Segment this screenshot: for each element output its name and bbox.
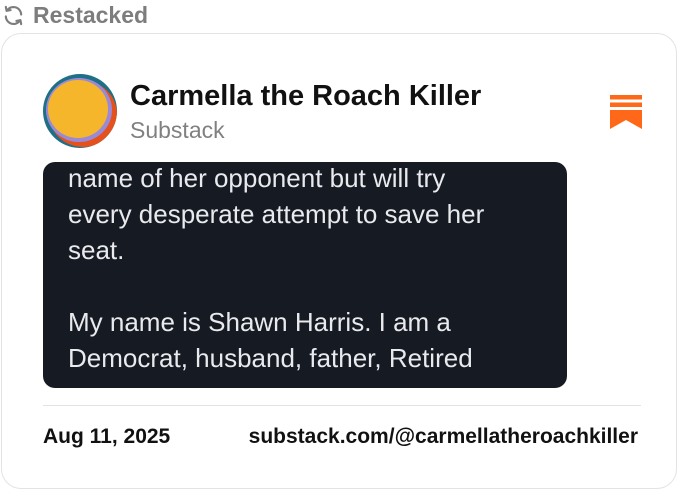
refresh-icon (4, 5, 23, 25)
publication-avatar[interactable] (43, 74, 117, 148)
post-preview-image[interactable]: name of her opponent but will try every … (43, 162, 567, 388)
restacked-header: Restacked (2, 0, 148, 30)
preview-line: My name is Shawn Harris. I am a (68, 307, 451, 337)
substack-bookmark-icon[interactable] (610, 95, 642, 129)
publication-source: Substack (130, 117, 225, 143)
preview-line: seat. (68, 235, 125, 265)
preview-line: Democrat, husband, father, Retired (68, 343, 473, 373)
post-date: Aug 11, 2025 (43, 425, 171, 448)
publication-link[interactable]: substack.com/@carmellatheroachkiller (249, 425, 638, 449)
preview-line: every desperate attempt to save her (68, 199, 485, 229)
preview-line: name of her opponent but will try (68, 163, 446, 193)
divider (43, 405, 641, 406)
avatar-image (43, 74, 117, 148)
post-card[interactable]: Carmella the Roach Killer Substack name … (1, 33, 677, 489)
restacked-label: Restacked (33, 1, 149, 28)
publication-name[interactable]: Carmella the Roach Killer (130, 80, 481, 113)
preview-text: name of her opponent but will try every … (68, 162, 558, 376)
preview-line (68, 268, 558, 304)
